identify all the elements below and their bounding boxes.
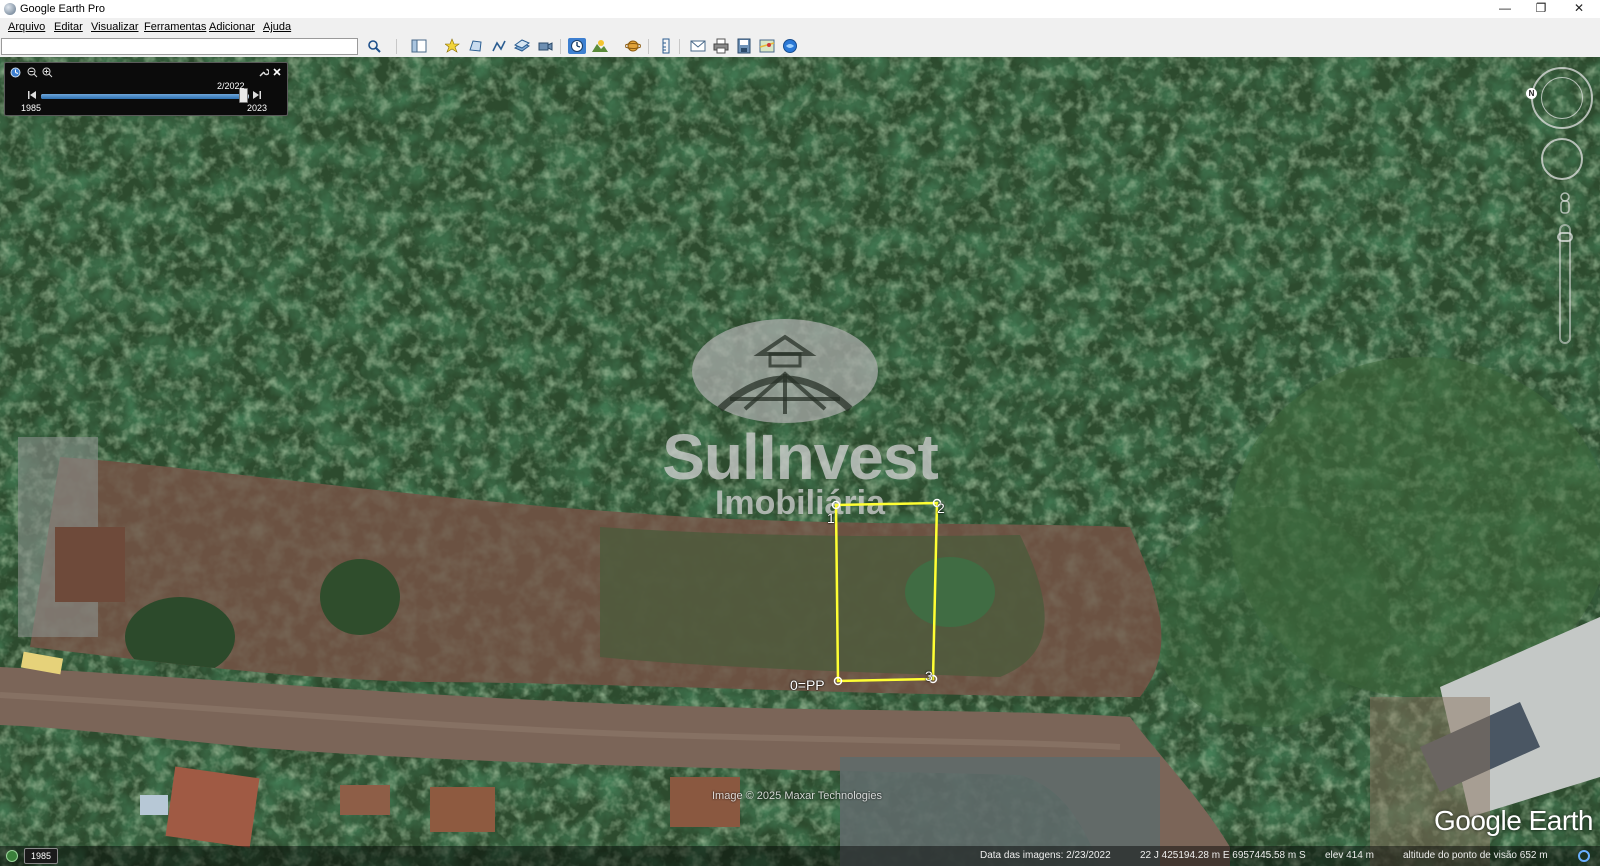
street-view-pegman-icon[interactable] (1558, 192, 1572, 223)
sign-in-button[interactable] (781, 38, 799, 54)
menu-ajuda[interactable]: Ajuda (263, 21, 291, 33)
vertex-label-1: 1 (827, 510, 835, 526)
sunlight-button[interactable] (591, 38, 609, 54)
north-indicator[interactable]: N (1526, 88, 1537, 99)
view-in-maps-button[interactable] (758, 38, 776, 54)
historical-imagery-icon (571, 40, 583, 52)
google-earth-logo: Google Earth (1434, 805, 1594, 836)
add-placemark-icon (445, 38, 460, 53)
time-slider-track[interactable] (41, 94, 249, 99)
add-path-button[interactable] (490, 38, 508, 54)
title-bar: Google Earth Pro — ❐ ✕ (0, 0, 1600, 18)
save-image-icon (737, 38, 751, 54)
vertex-label-0: 0=PP (790, 677, 825, 693)
cursor-coordinates: 22 J 425194.28 m E 6957445.58 m S (1140, 850, 1306, 861)
historical-clock-icon[interactable] (6, 850, 18, 862)
menu-adicionar[interactable]: Adicionar (209, 21, 255, 33)
record-tour-button[interactable] (536, 38, 554, 54)
menu-arquivo[interactable]: Arquivo (8, 21, 45, 33)
clock-icon[interactable] (9, 66, 21, 78)
status-bar: 1985 Data das imagens: 2/23/2022 22 J 42… (0, 846, 1600, 866)
toolbar-divider (396, 39, 397, 54)
time-slider-end-year: 2023 (247, 103, 268, 113)
time-slider-current-date: 2/2022 (217, 81, 245, 91)
print-icon (713, 38, 729, 54)
zoom-out-time-icon[interactable] (26, 66, 38, 78)
look-joystick[interactable] (1541, 77, 1583, 119)
google-earth-app-icon (4, 3, 16, 15)
switch-planet-button[interactable] (624, 38, 642, 54)
add-path-icon (492, 40, 506, 52)
add-image-overlay-button[interactable] (513, 38, 531, 54)
close-button[interactable]: ✕ (1561, 0, 1597, 18)
sidebar-toggle-icon (411, 39, 427, 53)
add-polygon-button[interactable] (467, 38, 485, 54)
wrench-icon[interactable] (257, 66, 269, 78)
record-tour-icon (538, 42, 553, 51)
view-in-maps-icon (759, 39, 775, 53)
ruler-button[interactable] (657, 38, 675, 54)
cursor-elevation: elev 414 m (1325, 850, 1374, 861)
skip-back-icon[interactable] (27, 90, 37, 102)
move-joystick[interactable] (1541, 138, 1583, 180)
add-polygon-icon (469, 40, 482, 52)
print-button[interactable] (712, 38, 730, 54)
add-image-overlay-icon (514, 39, 530, 52)
search-button[interactable] (365, 38, 383, 54)
menu-editar[interactable]: Editar (54, 21, 83, 33)
imagery-date: Data das imagens: 2/23/2022 (980, 850, 1111, 861)
sign-in-icon (783, 39, 797, 53)
search-input[interactable] (1, 38, 358, 55)
toolbar-divider (679, 39, 680, 54)
minimize-button[interactable]: — (1487, 0, 1523, 18)
email-icon (690, 40, 706, 52)
skip-forward-icon[interactable] (252, 90, 262, 102)
toolbar (0, 36, 1600, 58)
sunlight-icon (592, 40, 608, 52)
streaming-progress-icon (1578, 850, 1590, 862)
sulinvest-logo-icon (692, 319, 878, 423)
toolbar-divider (648, 39, 649, 54)
historical-imagery-slider-panel: 2/2022 1985 2023 (4, 62, 288, 116)
imagery-credit: Image © 2025 Maxar Technologies (712, 790, 882, 802)
menu-bar: Arquivo Editar Visualizar Ferramentas Ad… (0, 18, 1600, 36)
sidebar-toggle-button[interactable] (410, 38, 428, 54)
window-title: Google Earth Pro (20, 3, 105, 15)
save-image-button[interactable] (735, 38, 753, 54)
switch-planet-icon (625, 40, 641, 52)
email-button[interactable] (689, 38, 707, 54)
zoom-slider[interactable] (1559, 224, 1571, 344)
watermark-subtitle: Imobiliária (714, 484, 886, 522)
time-slider-start-year: 1985 (21, 103, 42, 113)
menu-ferramentas[interactable]: Ferramentas (144, 21, 206, 33)
vertex-label-2: 2 (937, 500, 945, 516)
search-icon (368, 40, 381, 53)
imagery-year-badge[interactable]: 1985 (24, 848, 58, 864)
ruler-icon (662, 38, 670, 54)
zoom-slider-thumb[interactable] (1557, 232, 1573, 242)
restore-button[interactable]: ❐ (1523, 0, 1559, 18)
time-slider-fill (41, 94, 243, 99)
zoom-in-time-icon[interactable] (41, 66, 53, 78)
menu-visualizar[interactable]: Visualizar (91, 21, 139, 33)
add-placemark-button[interactable] (444, 38, 462, 54)
eye-altitude: altitude do ponto de visão 652 m (1403, 850, 1548, 861)
historical-imagery-button[interactable] (568, 38, 586, 54)
close-icon[interactable] (271, 66, 283, 78)
watermark-brand: SulInvest (662, 421, 939, 493)
toolbar-divider (560, 39, 561, 54)
vertex-label-3: 3 (925, 668, 933, 684)
